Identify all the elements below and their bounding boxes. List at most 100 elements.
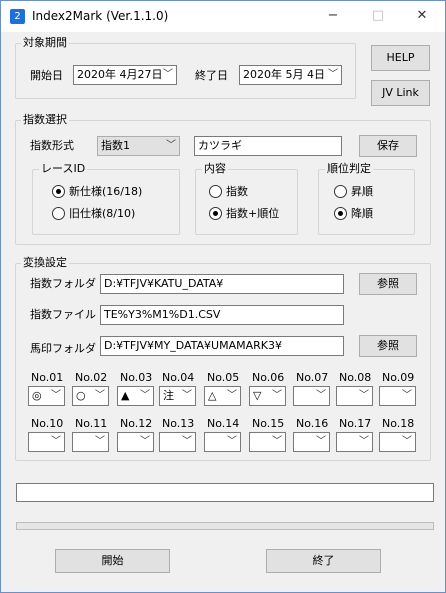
mark-select[interactable]: ﹀: [117, 432, 154, 452]
format-select[interactable]: 指数1 ﹀: [97, 136, 180, 156]
mark-folder-input[interactable]: D:¥TFJV¥MY_DATA¥UMAMARK3¥: [100, 336, 344, 356]
save-button[interactable]: 保存: [359, 135, 417, 157]
chevron-down-icon: ﹀: [316, 390, 326, 401]
chevron-down-icon: ﹀: [95, 436, 105, 447]
end-date-value: 2020年 5月 4日: [243, 68, 325, 81]
content-index-rank-radio[interactable]: [209, 207, 222, 220]
race-id-legend: レースID: [39, 162, 88, 176]
mark-slot-label: No.13: [162, 417, 195, 430]
index-file-input[interactable]: TE%Y3%M1%D1.CSV: [100, 305, 344, 325]
mark-select[interactable]: ﹀: [28, 432, 65, 452]
period-legend: 対象期間: [21, 36, 69, 50]
app-icon: 2: [10, 9, 25, 24]
start-button[interactable]: 開始: [55, 549, 170, 573]
mark-folder-label: 馬印フォルダ: [30, 342, 96, 355]
chevron-down-icon: ﹀: [182, 436, 192, 447]
chevron-down-icon: ﹀: [328, 69, 338, 80]
mark-select[interactable]: ﹀: [249, 432, 286, 452]
mark-slot-label: No.04: [162, 371, 195, 384]
mark-select[interactable]: ◎ ﹀: [28, 386, 65, 406]
chevron-down-icon: ﹀: [166, 140, 176, 151]
help-button[interactable]: HELP: [371, 45, 430, 71]
mark-slot-label: No.08: [339, 371, 372, 384]
mark-slot-label: No.12: [120, 417, 153, 430]
chevron-down-icon: ﹀: [402, 436, 412, 447]
mark-select-value: ◎: [32, 389, 42, 402]
mark-slot-label: No.14: [207, 417, 240, 430]
mark-select[interactable]: ﹀: [159, 432, 196, 452]
content-index-rank-label: 指数+順位: [226, 207, 280, 220]
chevron-down-icon: ﹀: [272, 436, 282, 447]
chevron-down-icon: ﹀: [402, 390, 412, 401]
mark-select[interactable]: ﹀: [336, 432, 373, 452]
content-legend: 内容: [202, 162, 228, 176]
mark-select[interactable]: 注 ﹀: [159, 386, 196, 406]
mark-slot-label: No.17: [339, 417, 372, 430]
title-bar: 2 Index2Mark (Ver.1.1.0) − □ ✕: [1, 1, 445, 32]
start-date-picker[interactable]: 2020年 4月27日 ﹀: [73, 65, 177, 85]
index-name-input[interactable]: カツラギ: [194, 136, 342, 156]
mark-select[interactable]: ﹀: [336, 386, 373, 406]
mark-slot-label: No.07: [296, 371, 329, 384]
end-date-label: 終了日: [195, 69, 228, 82]
chevron-down-icon: ﹀: [359, 436, 369, 447]
chevron-down-icon: ﹀: [182, 390, 192, 401]
chevron-down-icon: ﹀: [140, 390, 150, 401]
chevron-down-icon: ﹀: [227, 436, 237, 447]
chevron-down-icon: ﹀: [140, 436, 150, 447]
mark-slot-label: No.03: [120, 371, 153, 384]
mark-slot-label: No.10: [31, 417, 64, 430]
content-index-radio[interactable]: [209, 185, 222, 198]
rank-legend: 順位判定: [325, 162, 373, 176]
mark-slot-label: No.16: [296, 417, 329, 430]
chevron-down-icon: ﹀: [163, 69, 173, 80]
browse-mark-folder-button[interactable]: 参照: [359, 335, 417, 357]
mark-select[interactable]: ﹀: [293, 432, 330, 452]
mark-select[interactable]: ▲ ﹀: [117, 386, 154, 406]
mark-select[interactable]: △ ﹀: [204, 386, 241, 406]
progress-bar: [16, 522, 434, 530]
content-group: [195, 169, 298, 235]
chevron-down-icon: ﹀: [95, 390, 105, 401]
maximize-button[interactable]: □: [363, 6, 393, 26]
mark-select[interactable]: ○ ﹀: [72, 386, 109, 406]
index-file-label: 指数ファイル: [30, 308, 96, 321]
mark-slot-label: No.02: [75, 371, 108, 384]
jvlink-button[interactable]: JV Link: [371, 80, 430, 106]
race-id-new-radio[interactable]: [52, 185, 65, 198]
chevron-down-icon: ﹀: [51, 436, 61, 447]
end-button[interactable]: 終了: [266, 549, 381, 573]
browse-index-folder-button[interactable]: 参照: [359, 273, 417, 295]
rank-asc-radio[interactable]: [334, 185, 347, 198]
mark-slot-label: No.18: [382, 417, 415, 430]
chevron-down-icon: ﹀: [227, 390, 237, 401]
mark-slot-label: No.11: [75, 417, 108, 430]
index-folder-label: 指数フォルダ: [30, 277, 96, 290]
start-date-value: 2020年 4月27日: [77, 68, 163, 81]
mark-select[interactable]: ﹀: [72, 432, 109, 452]
end-date-picker[interactable]: 2020年 5月 4日 ﹀: [239, 65, 342, 85]
chevron-down-icon: ﹀: [359, 390, 369, 401]
index-folder-input[interactable]: D:¥TFJV¥KATU_DATA¥: [100, 274, 344, 294]
mark-select[interactable]: ﹀: [379, 432, 416, 452]
close-button[interactable]: ✕: [407, 6, 437, 26]
race-id-old-radio[interactable]: [52, 207, 65, 220]
minimize-button[interactable]: −: [318, 6, 348, 26]
format-value: 指数1: [101, 139, 130, 152]
rank-asc-label: 昇順: [351, 185, 373, 198]
mark-slot-label: No.15: [252, 417, 285, 430]
mark-select[interactable]: ﹀: [293, 386, 330, 406]
status-message-box: [16, 483, 434, 502]
mark-select[interactable]: ▽ ﹀: [249, 386, 286, 406]
race-id-old-label: 旧仕様(8/10): [69, 207, 136, 220]
rank-desc-radio[interactable]: [334, 207, 347, 220]
mark-select[interactable]: ﹀: [379, 386, 416, 406]
rank-group: [318, 169, 415, 235]
mark-select[interactable]: ﹀: [204, 432, 241, 452]
chevron-down-icon: ﹀: [316, 436, 326, 447]
mark-slot-label: No.05: [207, 371, 240, 384]
window-title: Index2Mark (Ver.1.1.0): [32, 9, 169, 23]
mark-select-value: ○: [76, 389, 86, 402]
mark-select-value: 注: [163, 389, 174, 402]
content-index-label: 指数: [226, 185, 248, 198]
